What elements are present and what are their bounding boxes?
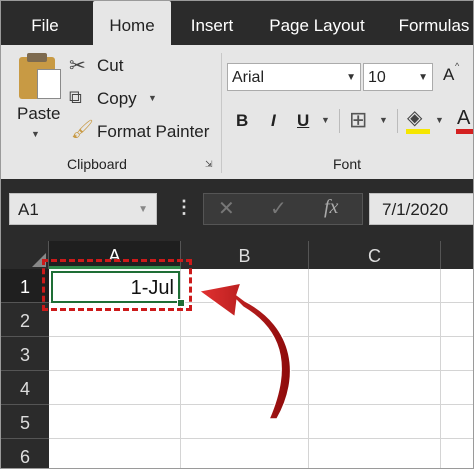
fill-color-swatch [406,129,430,134]
enter-icon[interactable]: ✓ [270,196,287,221]
curved-arrow-icon [197,282,292,420]
tab-file[interactable]: File [13,1,77,45]
borders-icon[interactable]: ⊞ [349,107,367,133]
underline-button[interactable]: U [297,111,309,131]
cancel-icon[interactable]: ✕ [218,196,235,221]
row-header-6[interactable]: 6 [1,439,49,468]
more-options-icon[interactable]: ⋮ [175,197,193,218]
font-color-icon[interactable]: A [457,107,470,130]
clipboard-clip-icon [27,53,47,62]
formula-input[interactable]: 7/1/2020 [369,193,473,225]
ribbon-tab-bar: File Home Insert Page Layout Formulas [1,1,473,45]
font-name-value: Arial [232,69,265,86]
format-painter-button[interactable]: Format Painter [97,122,209,142]
font-size-combo[interactable]: 10 ▼ [363,63,433,91]
tab-formulas[interactable]: Formulas [389,1,473,45]
chevron-down-icon[interactable]: ▼ [138,194,148,225]
column-header-b[interactable]: B [181,241,309,269]
copy-icon[interactable]: ⧉ [69,87,82,108]
dialog-launcher-icon[interactable]: ⇲ [205,159,213,170]
tab-page-layout[interactable]: Page Layout [259,1,375,45]
fill-color-icon[interactable]: ◈ [407,105,422,130]
gridline [49,438,473,439]
font-size-value: 10 [368,69,386,86]
font-group-label: Font [333,156,362,172]
insert-function-icon[interactable]: fx [324,196,338,219]
formula-actions: ✕ ✓ fx [203,193,363,225]
fill-color-dropdown-icon[interactable]: ▼ [435,115,444,125]
italic-button[interactable]: I [271,111,276,131]
gridline [440,269,441,468]
row-header-3[interactable]: 3 [1,337,49,371]
format-separator [397,109,398,133]
highlight-box [42,259,192,311]
gridline [308,269,309,468]
name-box[interactable]: A1 ▼ [9,193,157,225]
borders-dropdown-icon[interactable]: ▼ [379,115,388,125]
cut-button[interactable]: Cut [97,56,123,76]
increase-font-size-icon[interactable]: A [443,65,454,85]
chevron-down-icon[interactable]: ▼ [418,64,428,91]
font-name-combo[interactable]: Arial ▼ [227,63,361,91]
chevron-down-icon[interactable]: ▼ [346,64,356,91]
copy-button[interactable]: Copy [97,89,137,109]
ribbon: Paste ▼ ✂ Cut ⧉ Copy ▼ 🖌 Format Painter … [1,45,473,179]
bold-button[interactable]: B [236,111,248,131]
ribbon-separator [221,53,222,173]
underline-dropdown-icon[interactable]: ▼ [321,115,330,125]
paste-label[interactable]: Paste [17,104,60,124]
row-header-5[interactable]: 5 [1,405,49,439]
tab-insert[interactable]: Insert [179,1,245,45]
row-header-4[interactable]: 4 [1,371,49,405]
tab-home[interactable]: Home [93,1,171,45]
paper-icon [37,69,61,99]
font-color-swatch [456,129,473,134]
paintbrush-icon[interactable]: 🖌 [71,119,94,140]
copy-dropdown-icon[interactable]: ▼ [148,93,157,103]
clipboard-group-label: Clipboard [67,156,127,172]
column-header-c[interactable]: C [309,241,441,269]
caret-up-icon[interactable]: ^ [455,61,459,71]
paste-dropdown-icon[interactable]: ▼ [31,129,40,139]
format-separator [339,109,340,133]
column-header-d[interactable] [441,241,473,269]
scissors-icon[interactable]: ✂ [69,53,86,78]
name-box-value: A1 [18,200,39,219]
excel-window: File Home Insert Page Layout Formulas Pa… [0,0,474,469]
